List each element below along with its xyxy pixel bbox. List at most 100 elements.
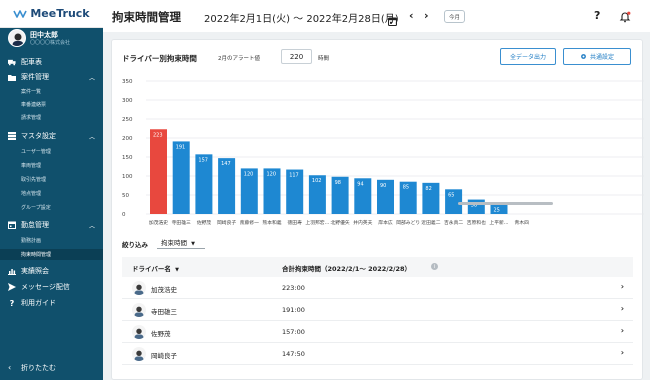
filter-label: 絞り込み	[122, 241, 148, 249]
chart-title: ドライバー別拘束時間	[122, 54, 197, 63]
filter-value: 拘束時間	[161, 239, 187, 247]
sidebar-item-messages[interactable]: メッセージ配信	[0, 280, 103, 294]
bar-value-label: 147	[221, 161, 231, 167]
export-all-button[interactable]: 全データ出力	[500, 48, 556, 65]
chevron-up-icon: ︿	[88, 222, 95, 230]
sidebar-subitem-work-plan[interactable]: 勤務計画	[0, 235, 103, 246]
sidebar: MeeTruck 田中太郎 〇〇〇〇株式会社 配車表 案件管理 ︿ 案件一覧 車…	[0, 0, 103, 380]
x-tick-label: 吉原和也	[467, 219, 486, 226]
sidebar-item-master-settings[interactable]: マスタ設定 ︿	[0, 129, 103, 143]
bar-value-label: 117	[289, 173, 299, 179]
column-total-time: 合計拘束時間（2022/2/1〜 2022/2/28）	[282, 265, 412, 273]
avatar	[132, 325, 146, 339]
sidebar-item-dispatch[interactable]: 配車表	[0, 55, 103, 69]
common-settings-button[interactable]: 共通設定	[563, 48, 631, 65]
bar	[172, 141, 190, 214]
table-header: ドライバー名 ▼ 合計拘束時間（2022/2/1〜 2022/2/28） i	[122, 257, 633, 277]
chevron-right-icon[interactable]: ›	[621, 282, 624, 291]
bar-value-label: 98	[335, 180, 341, 186]
sidebar-subitem-billing[interactable]: 請求管理	[0, 112, 103, 123]
logo-text: MeeTruck	[30, 7, 90, 20]
sidebar-subitem-groups[interactable]: グループ設定	[0, 202, 103, 213]
alert-value-input[interactable]: 220	[281, 49, 312, 64]
bar-chart-icon	[8, 267, 16, 275]
send-icon	[8, 283, 16, 291]
driver-name: 寺田雄三	[151, 308, 177, 316]
sidebar-subitem-project-list[interactable]: 案件一覧	[0, 86, 103, 97]
common-settings-label: 共通設定	[589, 54, 614, 61]
info-icon[interactable]: i	[431, 263, 438, 270]
next-month-button[interactable]: ›	[424, 9, 429, 22]
column-driver-name[interactable]: ドライバー名 ▼	[132, 263, 179, 273]
sidebar-item-results[interactable]: 実績照会	[0, 264, 103, 278]
sidebar-subitem-clients[interactable]: 取引先管理	[0, 174, 103, 185]
avatar	[132, 303, 146, 317]
help-icon: ?	[9, 298, 15, 308]
y-tick-label: 300	[122, 98, 133, 104]
chevron-right-icon[interactable]: ›	[621, 326, 624, 335]
table-row[interactable]: 加茂浩史 223:00 ›	[122, 277, 633, 299]
y-tick-label: 150	[122, 155, 133, 161]
sidebar-subitem-binding-time[interactable]: 拘束時間管理	[0, 249, 103, 260]
x-tick-label: 近田義二	[421, 219, 440, 226]
driver-name: 加茂浩史	[151, 286, 177, 294]
total-time: 157:00	[282, 328, 305, 336]
table-row[interactable]: 寺田雄三 191:00 ›	[122, 299, 633, 321]
page-header: 拘束時間管理 2022年2月1日(火) 〜 2022年2月28日(月) ‹ › …	[103, 0, 650, 32]
table-row[interactable]: 岡崎良子 147:50 ›	[122, 343, 633, 365]
avatar	[8, 29, 26, 47]
table-row[interactable]: 佐野茂 157:00 ›	[122, 321, 633, 343]
database-icon	[8, 132, 16, 140]
help-icon[interactable]: ?	[594, 9, 600, 22]
collapse-sidebar-button[interactable]: ‹ 折りたたむ	[0, 356, 103, 380]
sidebar-item-guide[interactable]: ? 利用ガイド	[0, 296, 103, 310]
this-month-button[interactable]: 今月	[444, 10, 465, 23]
x-tick-label: 加茂浩史	[149, 219, 168, 226]
x-tick-label: 徳田寿	[287, 219, 302, 226]
x-tick-label: 井内英夫	[353, 219, 372, 226]
main-area: ドライバー別拘束時間 2月のアラート値 220 時間 全データ出力 共通設定 0…	[103, 32, 650, 380]
sidebar-subitem-vehicles[interactable]: 車両管理	[0, 160, 103, 171]
sidebar-item-label: 案件管理	[21, 73, 49, 81]
previous-month-button[interactable]: ‹	[409, 9, 414, 22]
total-time: 191:00	[282, 306, 305, 314]
sidebar-item-label: 実績照会	[21, 267, 49, 275]
bar	[150, 129, 167, 214]
bar-value-label: 120	[267, 171, 277, 177]
chevron-right-icon[interactable]: ›	[621, 348, 624, 357]
logo[interactable]: MeeTruck	[0, 0, 103, 28]
sidebar-item-projects[interactable]: 案件管理 ︿	[0, 70, 103, 84]
x-tick-label: 岸本広	[378, 219, 393, 226]
date-range[interactable]: 2022年2月1日(火) 〜 2022年2月28日(月)	[204, 10, 399, 25]
driver-name: 佐野茂	[151, 330, 171, 338]
sort-down-icon: ▼	[175, 267, 179, 273]
bar-value-label: 120	[244, 171, 254, 177]
x-tick-label: 寺田雄三	[172, 219, 191, 226]
x-tick-label: 熊本和義	[262, 219, 281, 226]
filter-select[interactable]: 拘束時間 ▼	[157, 237, 205, 249]
sidebar-subitem-users[interactable]: ユーザー管理	[0, 146, 103, 157]
sidebar-subitem-vehicle-contact[interactable]: 車番連絡票	[0, 99, 103, 110]
bell-icon[interactable]	[619, 8, 631, 27]
x-tick-label: 青木四	[514, 219, 529, 226]
calendar-icon[interactable]	[387, 11, 398, 30]
sidebar-item-label: 配車表	[21, 58, 42, 66]
binding-time-chart: 0 50 100 150 200 250 300 350 223 加茂浩史 191 寺田雄三 157 佐野…	[122, 79, 644, 226]
x-tick-label: 上平新…	[489, 219, 508, 226]
x-tick-label: 斎藤修一	[240, 219, 259, 226]
bar-value-label: 85	[403, 185, 409, 191]
y-tick-label: 250	[122, 117, 133, 123]
calendar-icon	[8, 221, 16, 229]
y-tick-label: 100	[122, 174, 133, 180]
chevron-right-icon[interactable]: ›	[621, 304, 624, 313]
bar-value-label: 82	[425, 186, 431, 192]
sidebar-subitem-locations[interactable]: 地点管理	[0, 188, 103, 199]
caret-down-icon: ▼	[191, 241, 195, 247]
sidebar-item-attendance[interactable]: 勤怠管理 ︿	[0, 218, 103, 232]
truck-icon	[8, 58, 16, 66]
bar-value-label: 223	[153, 132, 163, 138]
chevron-up-icon: ︿	[88, 74, 95, 82]
page-title: 拘束時間管理	[112, 10, 181, 24]
sidebar-item-label: マスタ設定	[21, 132, 56, 140]
user-profile[interactable]: 田中太郎 〇〇〇〇株式会社	[0, 28, 103, 50]
